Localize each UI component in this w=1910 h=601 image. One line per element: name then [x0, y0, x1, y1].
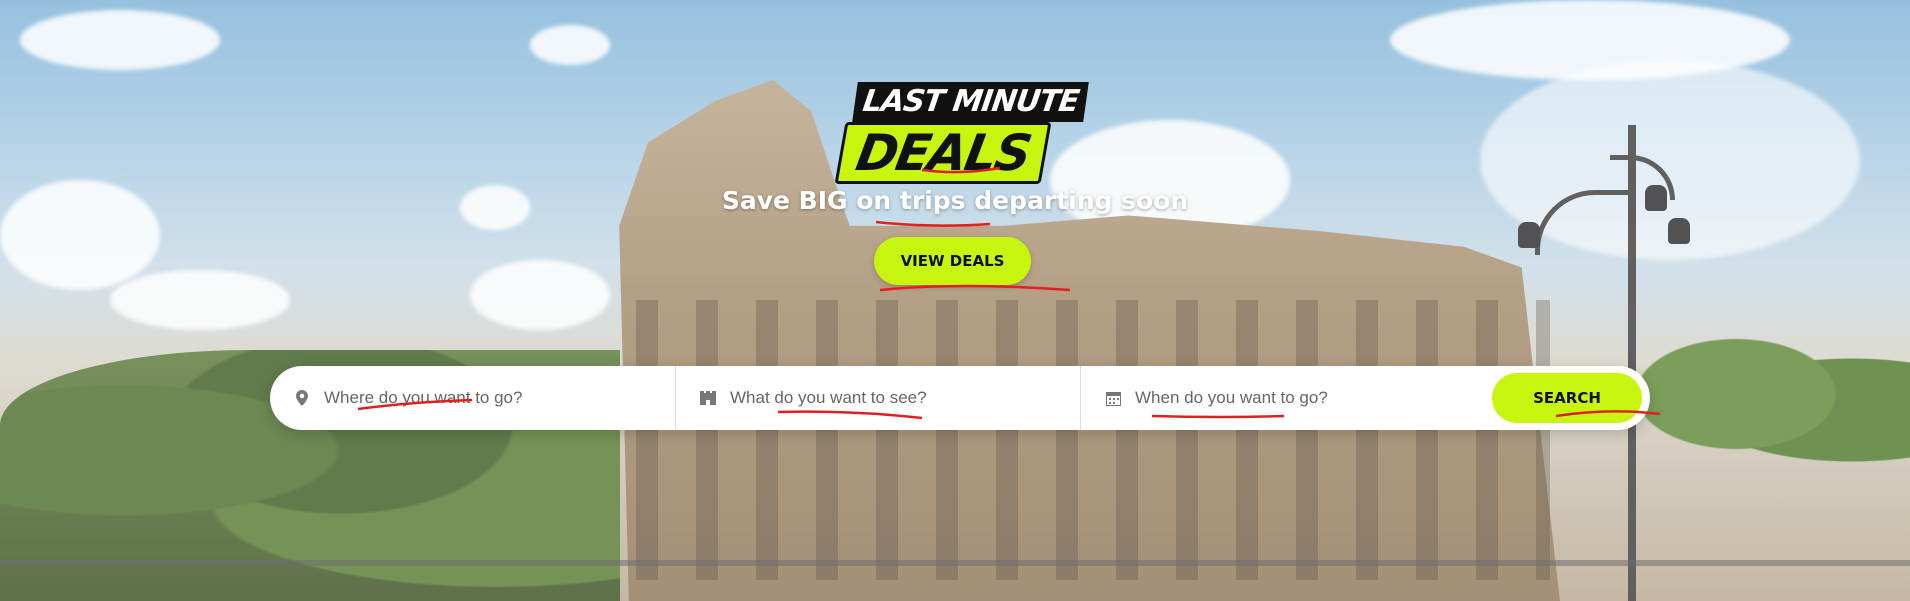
annotation-underline-date — [1151, 414, 1285, 419]
annotation-underline-tagline — [875, 220, 991, 227]
annotation-underline-search — [1555, 410, 1661, 418]
hero-banner: LAST MINUTE DEALS Save BIG on trips depa… — [0, 0, 1910, 601]
annotation-underline-logo — [921, 166, 1001, 174]
annotation-underline-destination — [357, 398, 473, 411]
annotation-underline-view-deals — [879, 284, 1071, 292]
annotation-underline-activity — [777, 410, 923, 420]
annotation-marks — [357, 166, 1661, 420]
